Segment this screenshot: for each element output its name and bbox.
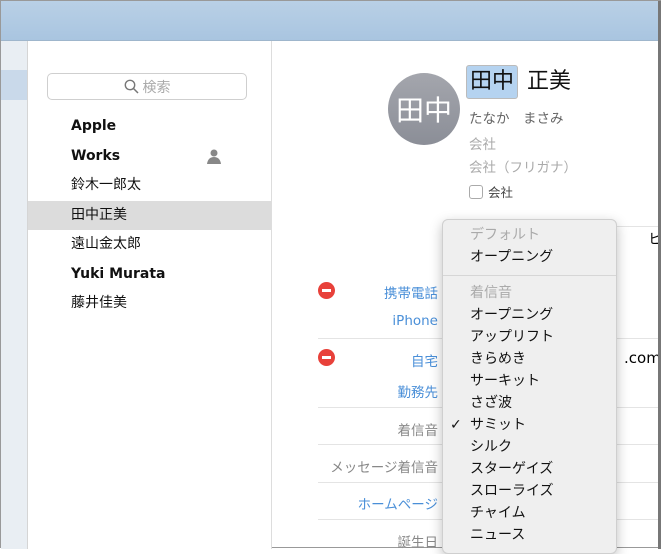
contact-item[interactable]: Yuki Murata: [28, 260, 271, 289]
contact-name: 遠山金太郎: [71, 236, 141, 252]
avatar[interactable]: 田中: [388, 73, 460, 145]
ringtone-dropdown-menu: デフォルト オープニング 着信音 オープニング アップリフト きらめき サーキット さざ…: [442, 219, 617, 554]
menu-item[interactable]: オープニング: [443, 304, 616, 326]
contact-name: 藤井佳美: [71, 295, 127, 311]
phone-label-mobile[interactable]: 携帯電話: [384, 282, 438, 302]
menu-item-label: アップリフト: [470, 329, 554, 345]
email-label-home[interactable]: 自宅: [411, 350, 438, 370]
search-icon: [124, 79, 139, 94]
phone-label-iphone[interactable]: iPhone: [392, 313, 438, 329]
menu-item-label: チャイム: [470, 505, 526, 521]
email-value[interactable]: .com: [624, 349, 661, 367]
menu-item-label: スターゲイズ: [470, 461, 554, 477]
contact-item[interactable]: Apple: [28, 112, 271, 141]
contact-name: 田中正美: [71, 206, 127, 223]
contact-item[interactable]: 藤井佳美: [28, 289, 271, 318]
contact-item[interactable]: 鈴木一郎太: [28, 171, 271, 200]
search-placeholder: 検索: [142, 79, 171, 96]
contact-name: Works: [71, 147, 121, 164]
contact-name: 鈴木一郎太: [71, 177, 141, 193]
first-name-field[interactable]: 正美: [527, 65, 571, 99]
menu-item-label: オープニング: [470, 307, 554, 323]
menu-item-label: サミット: [470, 417, 526, 433]
selected-group[interactable]: [1, 70, 27, 100]
menu-item-label: きらめき: [470, 351, 526, 367]
menu-item-label: ニュース: [470, 527, 526, 543]
company-kana-field[interactable]: 会社（フリガナ）: [469, 156, 577, 176]
menu-header-default: デフォルト: [470, 227, 540, 243]
menu-item-label: サーキット: [470, 373, 540, 389]
menu-item[interactable]: スターゲイズ: [443, 458, 616, 480]
last-name-field[interactable]: 田中: [466, 65, 519, 99]
menu-item[interactable]: アップリフト: [443, 326, 616, 348]
contact-name: Yuki Murata: [71, 265, 166, 282]
menu-item[interactable]: スローライズ: [443, 480, 616, 502]
menu-item-default[interactable]: オープニング: [443, 246, 616, 268]
menu-separator: [443, 275, 616, 276]
menu-item[interactable]: シルク: [443, 436, 616, 458]
contact-list: 検索 Apple Works 鈴木一郎太田中正美遠山金太郎 Yuki Murata 藤井…: [28, 41, 272, 549]
ringtone-label: 着信音: [397, 423, 439, 439]
contact-item[interactable]: Works: [28, 142, 271, 171]
menu-item[interactable]: ニュース: [443, 524, 616, 546]
birthday-label: 誕生日: [397, 535, 439, 551]
menu-item[interactable]: ✓ サミット: [443, 414, 616, 436]
menu-header-ringtone: 着信音: [470, 285, 512, 301]
company-checkbox[interactable]: 会社: [469, 182, 513, 201]
message-tone-label: メッセージ着信音: [330, 460, 438, 476]
menu-item[interactable]: きらめき: [443, 348, 616, 370]
checkbox-icon: [469, 184, 483, 199]
checkbox-label: 会社: [488, 185, 514, 200]
company-field[interactable]: 会社: [469, 133, 496, 153]
menu-item[interactable]: さざ波: [443, 392, 616, 414]
contact-name: Apple: [71, 118, 117, 134]
person-icon: [207, 149, 221, 164]
delete-phone-icon[interactable]: [318, 282, 335, 299]
delete-email-icon[interactable]: [318, 349, 335, 366]
menu-item[interactable]: チャイム: [443, 502, 616, 524]
email-label-work[interactable]: 勤務先: [398, 381, 439, 401]
menu-item-label: シルク: [470, 439, 512, 455]
title-bar: [1, 1, 661, 41]
checkmark-icon: ✓: [450, 417, 462, 433]
menu-item-label: スローライズ: [470, 483, 554, 499]
search-input[interactable]: 検索: [47, 73, 247, 100]
reading-field[interactable]: たなか まさみ: [469, 107, 564, 127]
contact-item[interactable]: 遠山金太郎: [28, 230, 271, 259]
contact-item[interactable]: 田中正美: [28, 200, 271, 230]
menu-item[interactable]: サーキット: [443, 370, 616, 392]
groups-sidebar: [1, 41, 28, 549]
homepage-label[interactable]: ホームページ: [358, 493, 438, 513]
menu-item-label: さざ波: [470, 395, 512, 411]
